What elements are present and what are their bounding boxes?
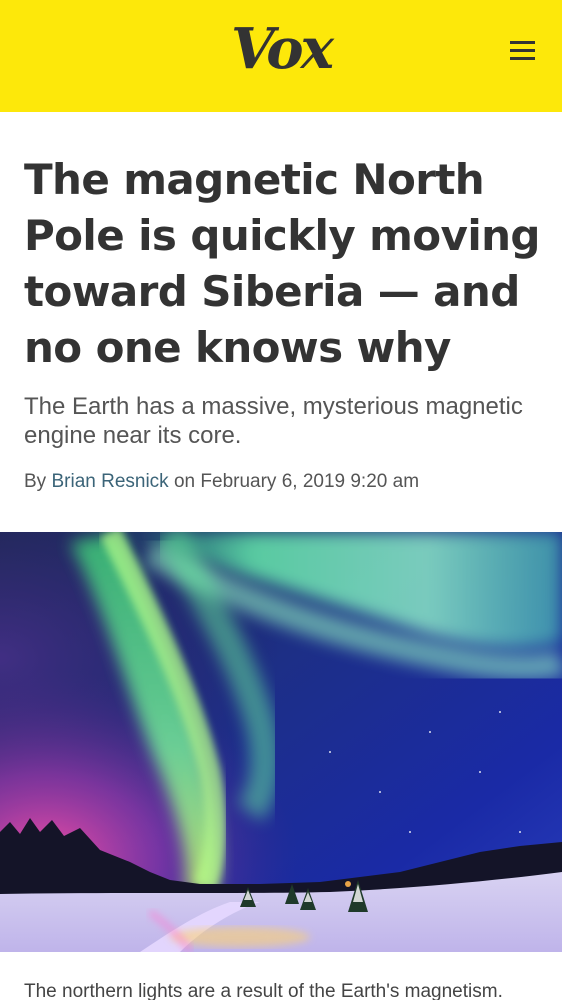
menu-bar [510,41,535,44]
vox-logo[interactable]: Vox [0,14,562,84]
site-header: Vox [0,0,562,112]
byline-on: on [173,471,196,492]
byline: By Brian Resnick on February 6, 2019 9:2… [24,470,544,494]
hamburger-menu-icon[interactable] [503,34,541,66]
menu-bar [510,57,535,60]
author-link[interactable]: Brian Resnick [51,471,168,492]
article-dek: The Earth has a massive, mysterious magn… [24,393,523,449]
hero-image-aurora [0,532,562,952]
publish-date: February 6, 2019 9:20 am [200,471,420,492]
image-caption: The northern lights are a result of the … [24,981,503,1000]
article-headline: The magnetic North Pole is quickly movin… [24,155,541,372]
menu-bar [510,49,535,52]
byline-prefix: By [24,471,47,492]
